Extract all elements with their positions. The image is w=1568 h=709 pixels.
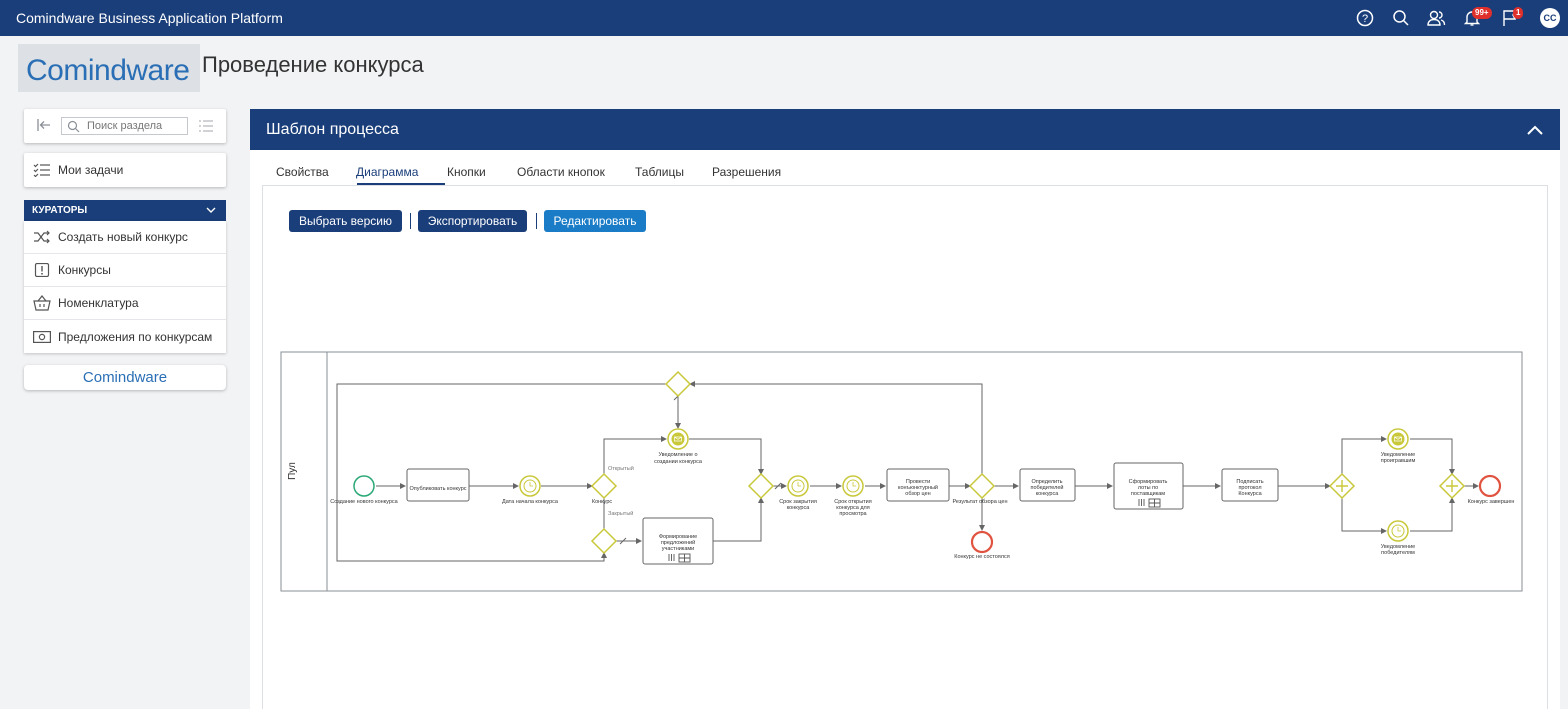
pool-label: Пул (287, 462, 298, 480)
flow-closed-label: Закрытый (608, 510, 633, 517)
gateway-review-label: Результат обзора цен (953, 499, 1008, 505)
msg-winners-label-2: победителям (1381, 550, 1415, 556)
msg-created-label-1: Уведомление о (658, 452, 697, 458)
timer-event-close[interactable] (787, 475, 809, 497)
start-event[interactable] (353, 475, 375, 497)
task-proposals-label-3: участниками (662, 546, 695, 552)
message-event-losers[interactable] (1387, 428, 1409, 450)
task-review-label-3: обзор цен (905, 491, 930, 497)
timer-event-open[interactable] (842, 475, 864, 497)
task-winners-label-3: конкурса (1036, 491, 1060, 497)
timer-close-label-2: конкурса (787, 505, 811, 511)
timer-event-winners[interactable] (1387, 520, 1409, 542)
end-done-label: Конкурс завершен (1468, 499, 1515, 505)
message-event-created[interactable] (667, 428, 689, 450)
task-publish[interactable] (406, 468, 470, 502)
task-proposals-label-2: предложений (661, 539, 695, 546)
task-publish-label: Опубликовать конкурс (409, 486, 466, 492)
start-event-label: Создание нового конкурса (330, 499, 398, 505)
end-event-done[interactable] (1478, 474, 1502, 498)
process-diagram[interactable]: Пул Создание нового конкурса Опубликоват… (0, 0, 1568, 709)
end-event-failed[interactable] (970, 530, 994, 554)
gateway-contest-label: Конкурс (592, 499, 613, 505)
task-sign-label-3: Конкурса (1238, 491, 1262, 497)
task-review-label-2: конъюнктурный (898, 484, 938, 491)
timer-event-start-date[interactable] (519, 475, 541, 497)
timer-start-date-label: Дата начала конкурса (502, 499, 559, 505)
timer-open-label-3: просмотра (839, 511, 867, 517)
msg-losers-label-2: проигравшим (1381, 458, 1416, 464)
end-failed-label: Конкурс не состоялся (954, 554, 1009, 560)
task-lots-label-3: поставщикам (1131, 491, 1165, 497)
flow-open-label: Открытый (608, 465, 634, 472)
msg-created-label-2: создании конкурса (654, 459, 703, 465)
task-winners-label-2: победителей (1030, 484, 1063, 491)
